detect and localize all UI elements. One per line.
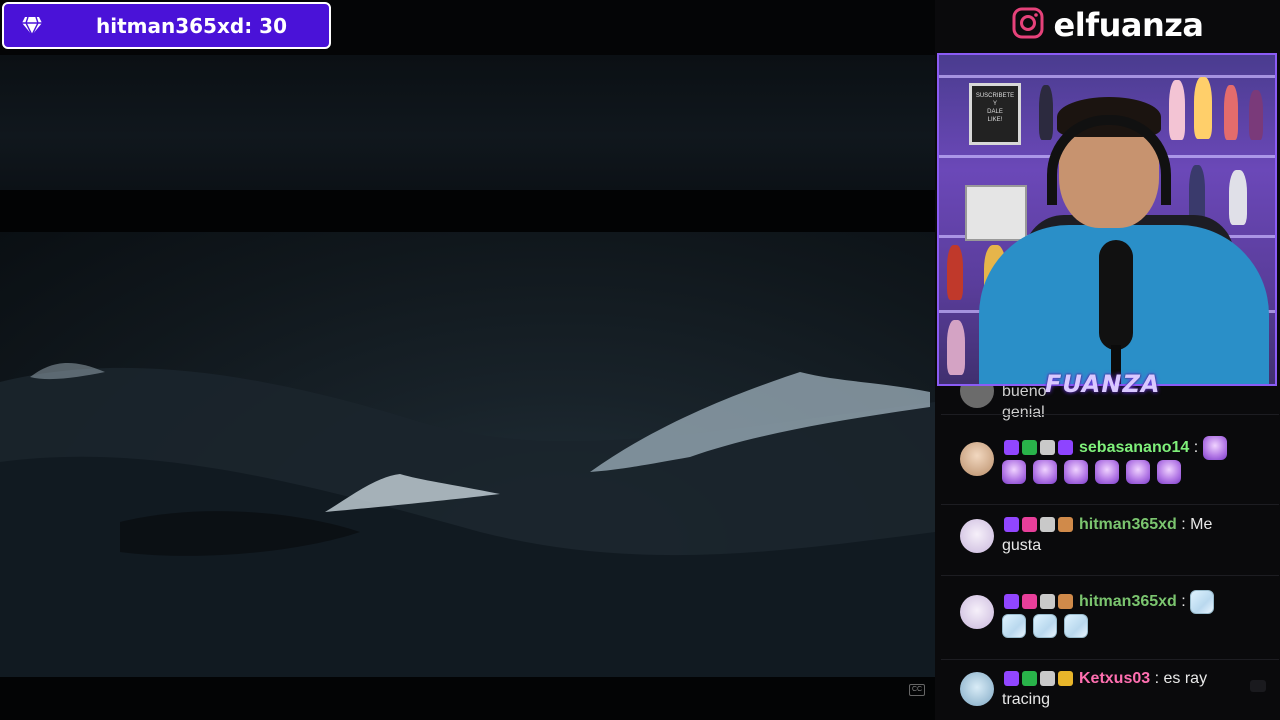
emote-icon (1033, 460, 1057, 484)
video-player[interactable] (0, 0, 935, 720)
webcam-feed: SUSCRIBETE Y DALE LIKE! (937, 53, 1277, 386)
sub-gift-alert: hitman365xd: 30 (2, 2, 331, 49)
chat-username[interactable]: hitman365xd (1079, 593, 1177, 610)
subscriber-badge-icon (1040, 594, 1055, 610)
bits-badge-icon (1058, 517, 1073, 532)
chat-message: sebasanano14 : (935, 436, 1280, 496)
twitch-prime-icon (1004, 517, 1019, 532)
user-avatar (960, 442, 994, 476)
vip-sword-icon (1022, 440, 1037, 456)
letterbox-bar (0, 190, 935, 232)
closed-caption-icon[interactable]: CC (909, 684, 925, 696)
emote-icon (1064, 614, 1088, 638)
diamond-icon (4, 16, 60, 36)
vip-sword-icon (1022, 671, 1037, 686)
user-avatar (960, 595, 994, 629)
user-badges (1004, 594, 1073, 610)
emote-icon (1002, 460, 1026, 484)
user-badges (1004, 671, 1073, 686)
user-avatar (960, 519, 994, 553)
emote-icon (1157, 460, 1181, 484)
chat-username[interactable]: sebasanano14 (1079, 439, 1189, 456)
emote-icon (1002, 614, 1026, 638)
user-badges (1004, 517, 1073, 532)
instagram-header: elfuanza (935, 0, 1280, 50)
instagram-handle: elfuanza (1053, 6, 1204, 44)
emote-icon (1202, 436, 1227, 460)
chat-username[interactable]: hitman365xd (1079, 516, 1177, 533)
user-avatar (960, 386, 994, 408)
subscriber-badge-icon (1040, 440, 1055, 456)
webcam-sign: SUSCRIBETE Y DALE LIKE! (969, 83, 1021, 145)
instagram-icon (1012, 7, 1044, 44)
chat-message: bueno genial (935, 386, 1280, 421)
emote-icon (1126, 460, 1150, 484)
message-text-tail: genial (1002, 404, 1045, 421)
heart-badge-icon (1022, 594, 1037, 610)
chat-username[interactable]: Ketxus03 (1079, 670, 1150, 687)
message-separator: : (1176, 516, 1186, 533)
sub-alert-text: hitman365xd: 30 (96, 13, 287, 38)
message-separator: : (1176, 593, 1186, 611)
message-separator: : (1150, 670, 1160, 687)
subscriber-badge-icon (1040, 517, 1055, 532)
video-bottom-bar (0, 677, 935, 720)
video-scene (0, 232, 935, 677)
user-avatar (960, 672, 994, 706)
chat-panel[interactable]: bueno genial sebasanano14 : hitman365xd … (935, 386, 1280, 720)
chat-message: hitman365xd : (935, 590, 1280, 650)
crown-badge-icon (1058, 671, 1073, 686)
webcam-poster (965, 185, 1027, 241)
message-separator: : (1189, 439, 1199, 457)
twitch-prime-icon (1004, 594, 1019, 610)
user-badges (1004, 440, 1073, 456)
subscriber-badge-icon (1040, 671, 1055, 686)
bits-badge-icon (1058, 594, 1073, 610)
emote-icon (1033, 614, 1057, 638)
chat-message: Ketxus03 : es ray tracing (935, 668, 1280, 718)
twitch-prime-icon (1004, 671, 1019, 686)
emote-icon (1064, 460, 1088, 484)
chat-settings-icon[interactable] (1250, 680, 1266, 692)
message-text: bueno (1002, 386, 1047, 400)
twitch-prime-icon (1004, 440, 1019, 456)
emote-icon (1095, 460, 1119, 484)
chat-message: hitman365xd : Me gusta (935, 514, 1280, 564)
video-frame-top (0, 55, 935, 190)
heart-badge-icon (1022, 517, 1037, 532)
emote-icon (1190, 590, 1215, 614)
sub-gifter-icon (1058, 440, 1073, 456)
microphone-icon (1099, 240, 1133, 350)
